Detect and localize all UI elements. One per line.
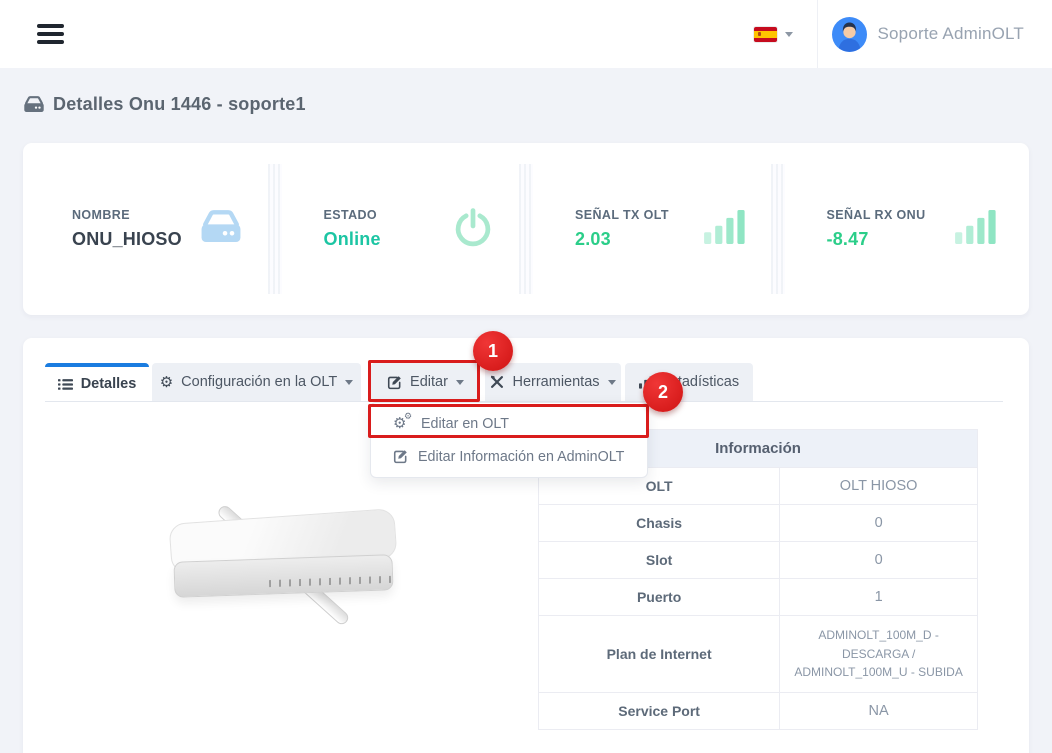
- table-row: Service Port NA: [539, 692, 978, 729]
- row-value: 0: [780, 542, 978, 579]
- menu-toggle-icon[interactable]: [37, 24, 64, 44]
- table-row: Plan de Internet ADMINOLT_100M_D - DESCA…: [539, 616, 978, 693]
- row-label: Slot: [539, 542, 780, 579]
- spain-flag-icon: [754, 27, 777, 42]
- row-label: Chasis: [539, 505, 780, 542]
- menu-item-editar-informacion[interactable]: Editar Información en AdminOLT: [371, 440, 647, 473]
- table-row: Chasis 0: [539, 505, 978, 542]
- stat-nombre: NOMBRE ONU_HIOSO: [23, 143, 275, 315]
- row-value: OLT HIOSO: [780, 468, 978, 505]
- page-title-text: Detalles Onu 1446 - soporte1: [53, 94, 306, 115]
- tab-label: Herramientas: [512, 374, 599, 390]
- stat-label: SEÑAL TX OLT: [575, 208, 669, 222]
- tools-icon: [490, 375, 504, 389]
- hdd-icon: [199, 208, 243, 251]
- onu-device-icon: [23, 95, 45, 114]
- user-name: Soporte AdminOLT: [877, 24, 1024, 44]
- stat-value: -8.47: [827, 229, 926, 250]
- tab-label: Configuración en la OLT: [181, 374, 337, 390]
- power-icon: [452, 206, 494, 253]
- chevron-down-icon: [785, 32, 793, 37]
- list-icon: [58, 378, 73, 391]
- annotation-step-badge-2: 2: [643, 372, 683, 412]
- signal-bars-icon: [955, 210, 997, 249]
- chevron-down-icon: [345, 380, 353, 385]
- stat-label: ESTADO: [324, 208, 381, 222]
- language-dropdown[interactable]: [730, 27, 817, 42]
- user-menu[interactable]: Soporte AdminOLT: [818, 0, 1052, 68]
- table-row: Puerto 1: [539, 579, 978, 616]
- annotation-box-editar-en-olt: [368, 404, 649, 438]
- annotation-box-editar: [368, 360, 480, 402]
- stat-value: Online: [324, 229, 381, 250]
- tab-configuracion-olt[interactable]: ⚙ Configuración en la OLT: [152, 363, 361, 401]
- page-title: Detalles Onu 1446 - soporte1: [23, 94, 306, 115]
- gear-icon: ⚙: [160, 375, 173, 390]
- row-value: NA: [780, 692, 978, 729]
- row-label: Service Port: [539, 692, 780, 729]
- top-navbar: Soporte AdminOLT: [0, 0, 1052, 68]
- signal-bars-icon: [704, 210, 746, 249]
- row-value: 1: [780, 579, 978, 616]
- table-row: Slot 0: [539, 542, 978, 579]
- row-label: Plan de Internet: [539, 616, 780, 693]
- stat-senal-rx: SEÑAL RX ONU -8.47: [778, 143, 1030, 315]
- onu-status-card: NOMBRE ONU_HIOSO ESTADO Online: [23, 143, 1029, 315]
- stat-value: ONU_HIOSO: [72, 229, 182, 250]
- chevron-down-icon: [608, 380, 616, 385]
- stat-estado: ESTADO Online: [275, 143, 527, 315]
- annotation-step-badge-1: 1: [473, 331, 513, 371]
- tab-label: Detalles: [81, 376, 137, 392]
- tab-detalles[interactable]: Detalles: [45, 363, 149, 401]
- stat-value: 2.03: [575, 229, 669, 250]
- row-value: 0: [780, 505, 978, 542]
- stat-label: NOMBRE: [72, 208, 182, 222]
- row-value: ADMINOLT_100M_D - DESCARGA / ADMINOLT_10…: [780, 616, 978, 693]
- avatar: [832, 17, 867, 52]
- stat-label: SEÑAL RX ONU: [827, 208, 926, 222]
- row-label: Puerto: [539, 579, 780, 616]
- menu-item-label: Editar Información en AdminOLT: [418, 449, 624, 465]
- app-root: Soporte AdminOLT Detalles Onu 1446 - sop…: [0, 0, 1052, 753]
- edit-icon: [393, 449, 408, 464]
- stat-senal-tx: SEÑAL TX OLT 2.03: [526, 143, 778, 315]
- details-card: Detalles ⚙ Configuración en la OLT Edita…: [23, 338, 1029, 753]
- tab-herramientas[interactable]: Herramientas: [485, 363, 621, 401]
